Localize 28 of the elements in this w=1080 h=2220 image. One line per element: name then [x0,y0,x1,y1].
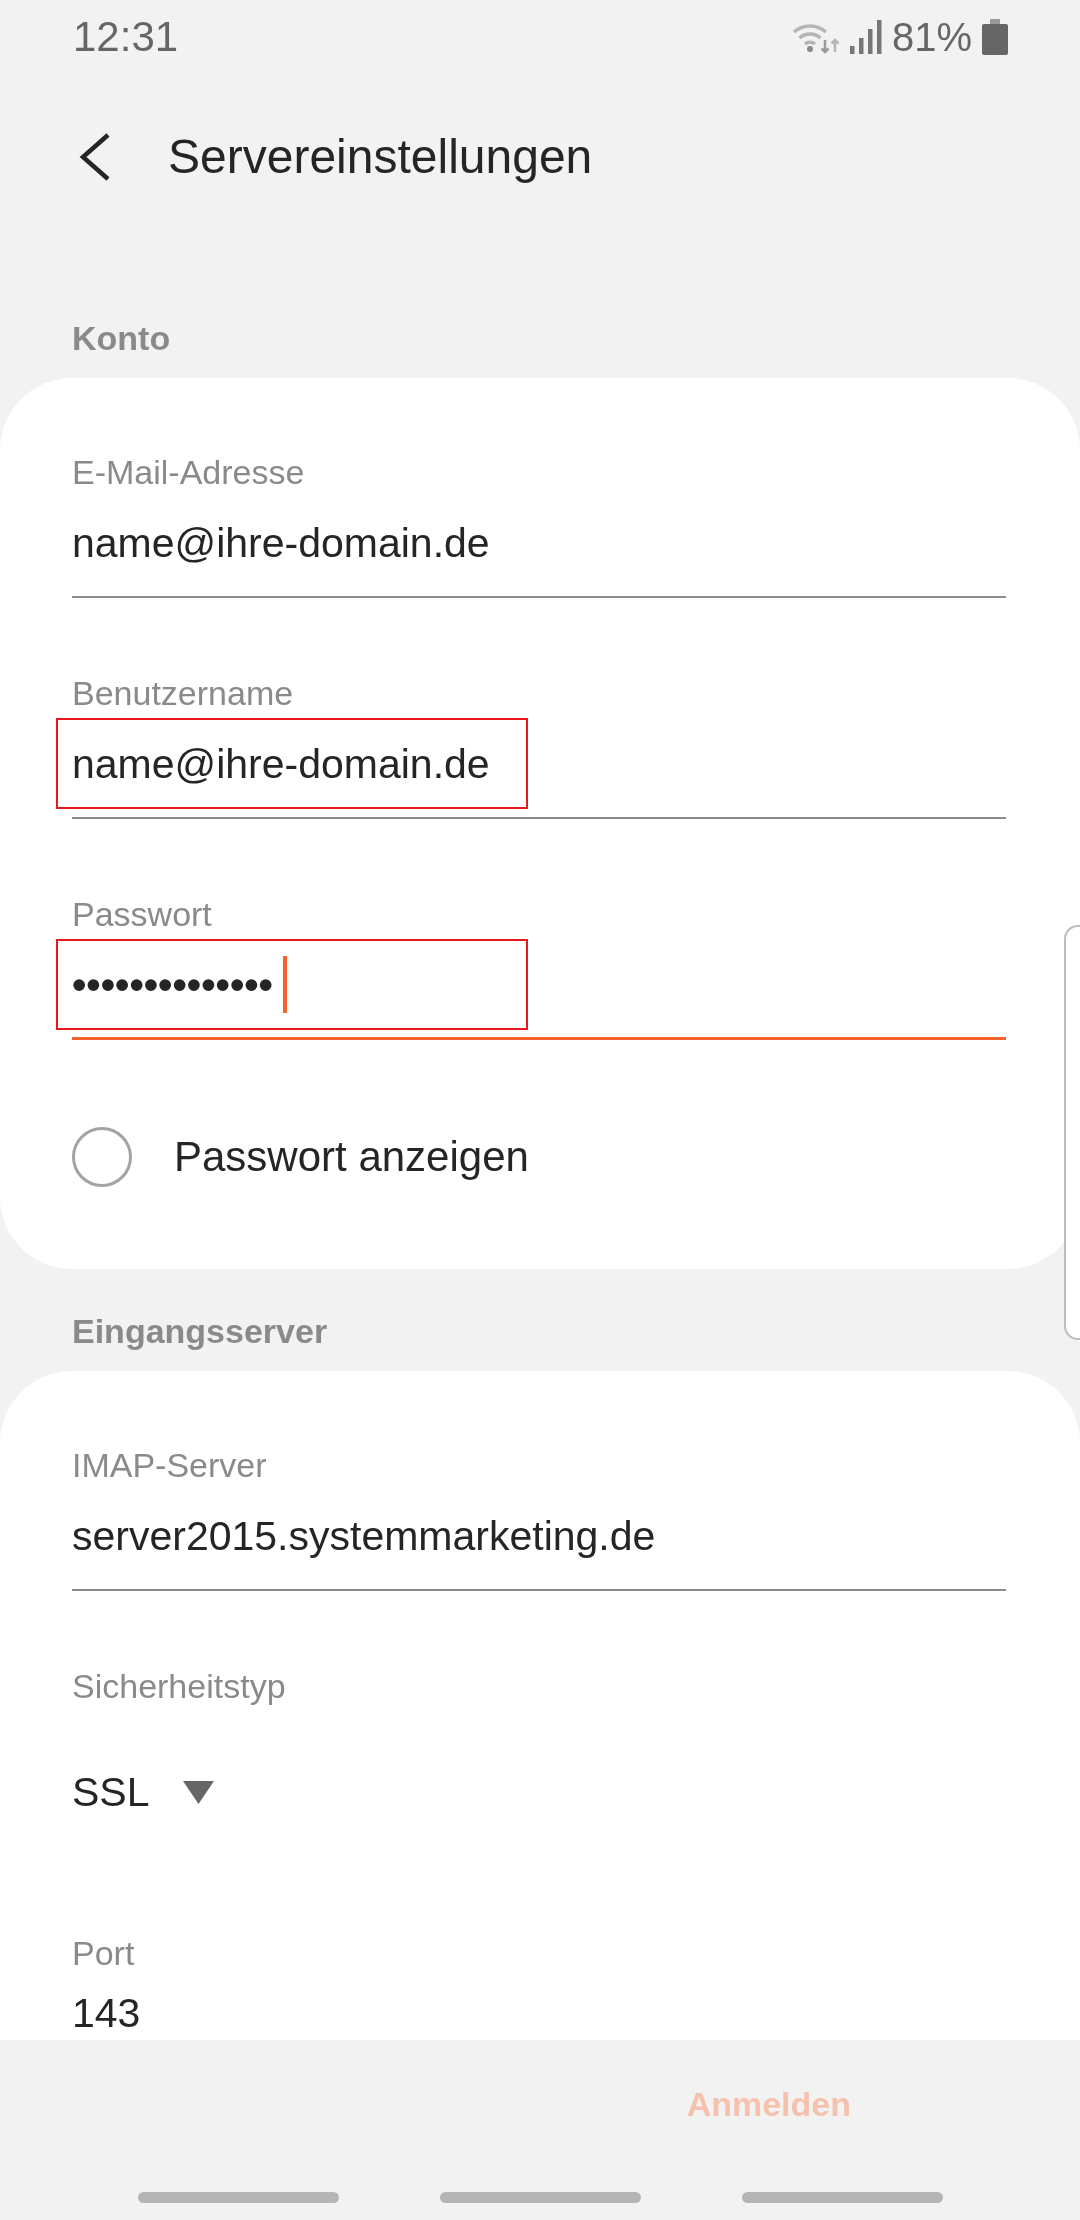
caret-icon [182,1780,214,1804]
field-label: E-Mail-Adresse [72,452,306,492]
dropdown[interactable]: SSL [72,1772,214,1812]
nav-gesture-handle[interactable] [741,2192,943,2203]
text-cursor-icon [282,955,287,1013]
field-label: Passwort [72,894,213,934]
input-field[interactable]: server2015.systemmarketing.de [72,1485,1006,1591]
password-field[interactable]: •••••••••••••• [72,934,1006,1040]
battery-icon [982,19,1008,55]
signal-icon [849,20,882,54]
input-field[interactable]: name@ihre-domain.de [72,713,1006,819]
nav-gesture-handle[interactable] [439,2192,641,2203]
clock: 12:31 [73,16,179,58]
scrollbar-handle[interactable] [1064,925,1080,1340]
field-label: Port [72,1933,136,1973]
checkbox-label: Passwort anzeigen [174,1133,529,1181]
checkbox[interactable] [72,1127,132,1187]
input-field[interactable]: 143 [72,1973,1006,2033]
nav-gesture-handle[interactable] [137,2192,339,2203]
field-label: Benutzername [72,673,295,713]
field-label: Sicherheitstyp [72,1666,287,1706]
battery-percentage: 81% [891,17,972,57]
back-icon [79,133,111,181]
field-label: IMAP-Server [72,1445,268,1485]
page-title: Servereinstellungen [168,129,593,186]
section-title: Eingangsserver [72,1313,328,1349]
input-field[interactable]: name@ihre-domain.de [72,492,1006,598]
section-title: Konto [72,320,171,356]
